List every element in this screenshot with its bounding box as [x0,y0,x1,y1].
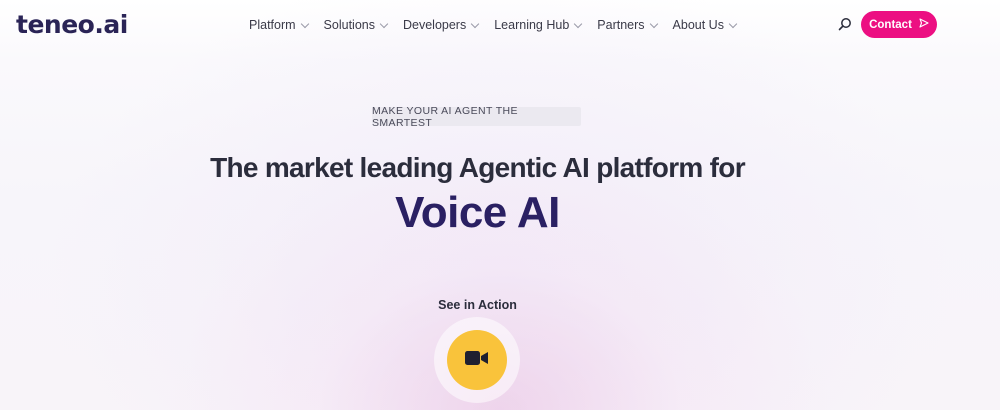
search-icon[interactable] [838,17,852,31]
chevron-down-icon [574,19,583,28]
nav-item-solutions[interactable]: Solutions [323,18,389,32]
nav-item-label: Platform [249,18,296,32]
chevron-down-icon [728,19,738,28]
chevron-down-icon [379,19,389,28]
chevron-down-icon [300,19,309,28]
nav-item-developers[interactable]: Developers [402,18,480,32]
see-in-action-button[interactable] [434,317,520,403]
see-in-action-label: See in Action [438,298,517,312]
video-button-circle [447,330,507,390]
send-arrow-icon [919,18,929,31]
nav-item-label: About Us [672,18,724,32]
chevron-down-icon [470,19,480,28]
nav-item-learning-hub[interactable]: Learning Hub [494,18,583,32]
hero-headline: The market leading Agentic AI platform f… [210,152,746,183]
nav-item-partners[interactable]: Partners [597,18,658,32]
nav-item-label: Solutions [323,18,375,32]
hero-headline-accent: Voice AI [395,188,560,237]
hero-tagline-badge: MAKE YOUR AI AGENT THE SMARTEST [372,105,581,129]
nav-item-label: Partners [597,18,645,32]
nav-item-label: Learning Hub [494,18,570,32]
nav-item-label: Developers [402,18,467,32]
main-nav: Platform Solutions Developers Learning H… [249,0,752,50]
contact-button[interactable]: Contact [861,11,937,38]
chevron-down-icon [649,19,658,28]
nav-item-platform[interactable]: Platform [249,18,309,32]
nav-item-about-us[interactable]: About Us [672,18,738,32]
video-camera-icon [465,350,489,371]
logo[interactable]: teneo.ai [16,10,128,39]
site-header: teneo.ai Platform Solutions Developers L… [0,0,1000,50]
contact-button-label: Contact [869,18,912,31]
